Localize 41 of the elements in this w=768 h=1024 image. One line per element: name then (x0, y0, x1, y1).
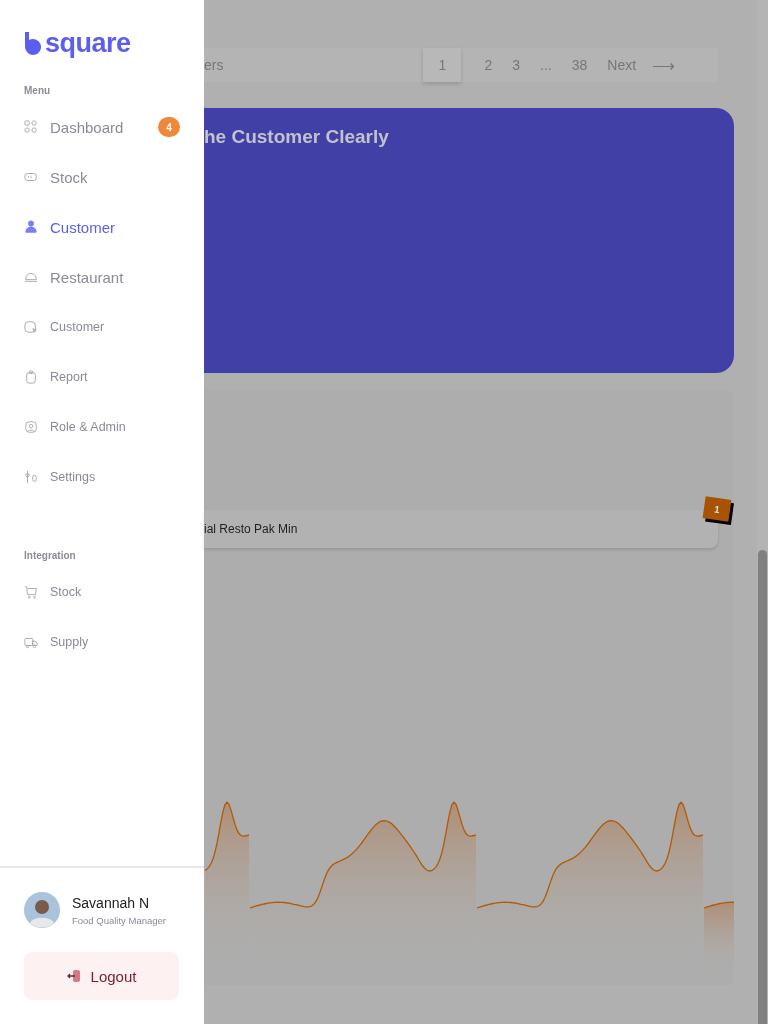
sidebar-item[interactable]: Customer (0, 302, 204, 352)
section-label: Menu (23, 85, 52, 96)
logo-text: square (45, 29, 131, 57)
banner-title: he Customer Clearly (204, 126, 389, 147)
sidebar-item[interactable]: Restaurant (0, 252, 204, 302)
menu-icon (24, 370, 38, 384)
menu-icon (24, 270, 38, 284)
sidebar-item[interactable]: Stock (0, 152, 204, 202)
menu-icon (24, 220, 38, 234)
sidebar-item[interactable]: Supply (0, 617, 204, 667)
logout-icon (66, 969, 81, 983)
scrollbar[interactable] (757, 0, 768, 1024)
section-label: Integration (23, 550, 77, 561)
page-button[interactable]: ... (530, 48, 562, 82)
row-title: ial Resto Pak Min (204, 522, 298, 536)
sidebar-item[interactable]: Dashboard 4 (0, 102, 204, 152)
sidebar-item[interactable]: Customer (0, 202, 204, 252)
menu-icon (24, 635, 38, 649)
page-button[interactable]: 2 (474, 48, 503, 82)
menu-icon (24, 470, 38, 484)
rank-badge: 1 (702, 496, 732, 522)
count-badge: 4 (158, 117, 180, 137)
logo-icon (24, 30, 42, 56)
sidebar-item[interactable]: Settings (0, 452, 204, 502)
user-role: Food Quality Manager (72, 914, 166, 926)
menu-icon (24, 585, 38, 599)
menu-icon (24, 320, 38, 334)
pagination-label: ers (204, 57, 224, 73)
next-button[interactable]: Next (597, 57, 647, 73)
menu-icon (24, 170, 38, 184)
sidebar-item[interactable]: Stock (0, 567, 204, 617)
logout-button[interactable]: Logout (24, 952, 179, 1000)
menu-icon (24, 420, 38, 434)
user-name: Savannah N (72, 894, 151, 911)
page-button[interactable]: 3 (502, 48, 531, 82)
sidebar-item[interactable]: Role & Admin (0, 402, 204, 452)
avatar (24, 892, 60, 928)
page-button[interactable]: 1 (423, 48, 462, 82)
sidebar-item[interactable]: Report (0, 352, 204, 402)
page-button[interactable]: 38 (561, 48, 598, 82)
menu-icon (24, 120, 38, 134)
